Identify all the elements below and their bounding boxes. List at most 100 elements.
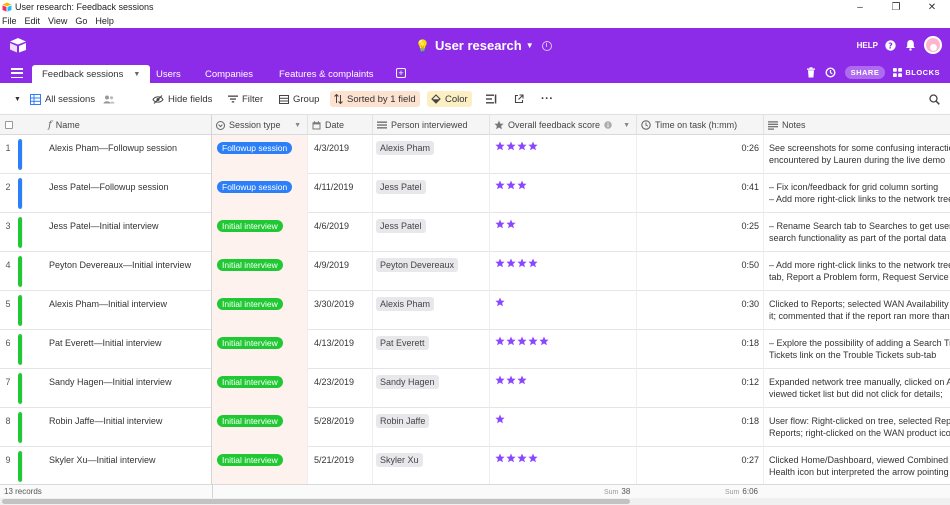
linked-record-chip[interactable]: Jess Patel xyxy=(376,219,426,233)
select-all-checkbox[interactable] xyxy=(0,115,26,135)
filter-button[interactable]: Filter xyxy=(224,91,267,107)
minimize-button[interactable]: – xyxy=(842,0,878,14)
rating-star-icon[interactable] xyxy=(495,453,505,463)
person-cell[interactable]: Jess Patel xyxy=(373,174,490,213)
name-cell[interactable]: Robin Jaffe—Initial interview xyxy=(26,408,212,447)
chevron-down-icon[interactable]: ▼ xyxy=(133,71,140,78)
session-type-cell[interactable]: Initial interview xyxy=(212,369,308,408)
column-header-date[interactable]: Date xyxy=(308,115,373,135)
time-cell[interactable]: 0:18 xyxy=(637,330,764,369)
tab-users[interactable]: Users xyxy=(146,65,191,83)
rating-star-icon[interactable] xyxy=(495,141,505,151)
menu-edit[interactable]: Edit xyxy=(25,16,41,26)
column-header-score[interactable]: Overall feedback score ▼ xyxy=(490,115,637,135)
rating-star-icon[interactable] xyxy=(517,336,527,346)
rating-star-icon[interactable] xyxy=(495,219,505,229)
score-cell[interactable] xyxy=(490,291,637,330)
date-cell[interactable]: 4/9/2019 xyxy=(308,252,373,291)
notes-cell[interactable]: Expanded network tree manually, clicked … xyxy=(764,369,950,408)
trash-icon[interactable] xyxy=(805,67,817,79)
menu-go[interactable]: Go xyxy=(75,16,87,26)
linked-record-chip[interactable]: Pat Everett xyxy=(376,336,429,350)
user-avatar[interactable] xyxy=(924,36,942,54)
score-cell[interactable] xyxy=(490,252,637,291)
linked-record-chip[interactable]: Sandy Hagen xyxy=(376,375,439,389)
maximize-button[interactable]: ❐ xyxy=(878,0,914,14)
score-cell[interactable] xyxy=(490,369,637,408)
tab-companies[interactable]: Companies xyxy=(195,65,263,83)
name-cell[interactable]: Pat Everett—Initial interview xyxy=(26,330,212,369)
menu-view[interactable]: View xyxy=(48,16,67,26)
rating-star-icon[interactable] xyxy=(495,180,505,190)
table-row[interactable]: 7 Sandy Hagen—Initial interview Initial in… xyxy=(0,369,950,408)
name-cell[interactable]: Peyton Devereaux—Initial interview xyxy=(26,252,212,291)
name-cell[interactable]: Alexis Pham—Initial interview xyxy=(26,291,212,330)
rating-star-icon[interactable] xyxy=(495,258,505,268)
notes-cell[interactable]: – Explore the possibility of adding a Se… xyxy=(764,330,950,369)
tab-features-complaints[interactable]: Features & complaints xyxy=(269,65,384,83)
time-cell[interactable]: 0:27 xyxy=(637,447,764,484)
close-button[interactable]: ✕ xyxy=(914,0,950,14)
home-logo-icon[interactable] xyxy=(9,37,27,53)
date-cell[interactable]: 4/13/2019 xyxy=(308,330,373,369)
name-cell[interactable]: Skyler Xu—Initial interview xyxy=(26,447,212,484)
history-icon[interactable] xyxy=(825,67,837,79)
rating-star-icon[interactable] xyxy=(495,336,505,346)
time-sum[interactable]: Sum 6:06 xyxy=(725,487,758,496)
session-type-cell[interactable]: Initial interview xyxy=(212,213,308,252)
rating-star-icon[interactable] xyxy=(506,258,516,268)
chevron-down-icon[interactable]: ▼ xyxy=(623,122,630,129)
menu-file[interactable]: File xyxy=(2,16,17,26)
session-type-cell[interactable]: Followup session xyxy=(212,174,308,213)
linked-record-chip[interactable]: Peyton Devereaux xyxy=(376,258,459,272)
rating-star-icon[interactable] xyxy=(506,219,516,229)
table-row[interactable]: 9 Skyler Xu—Initial interview Initial inte… xyxy=(0,447,950,484)
menu-help[interactable]: Help xyxy=(95,16,114,26)
rating-star-icon[interactable] xyxy=(506,336,516,346)
share-button[interactable]: SHARE xyxy=(844,66,886,79)
date-cell[interactable]: 4/11/2019 xyxy=(308,174,373,213)
session-type-cell[interactable]: Initial interview xyxy=(212,408,308,447)
rating-star-icon[interactable] xyxy=(528,336,538,346)
hide-fields-button[interactable]: Hide fields xyxy=(148,91,216,107)
person-cell[interactable]: Robin Jaffe xyxy=(373,408,490,447)
person-cell[interactable]: Alexis Pham xyxy=(373,135,490,174)
time-cell[interactable]: 0:25 xyxy=(637,213,764,252)
person-cell[interactable]: Sandy Hagen xyxy=(373,369,490,408)
notes-cell[interactable]: Clicked Home/Dashboard, viewed Combined H… xyxy=(764,447,950,484)
name-cell[interactable]: Sandy Hagen—Initial interview xyxy=(26,369,212,408)
rating-star-icon[interactable] xyxy=(495,414,505,424)
column-header-name[interactable]: 𝑓 Name xyxy=(26,115,212,135)
help-icon[interactable]: ? xyxy=(884,39,896,51)
rating-star-icon[interactable] xyxy=(495,297,505,307)
name-cell[interactable]: Jess Patel—Initial interview xyxy=(26,213,212,252)
time-cell[interactable]: 0:50 xyxy=(637,252,764,291)
date-cell[interactable]: 4/6/2019 xyxy=(308,213,373,252)
table-row[interactable]: 5 Alexis Pham—Initial interview Initial in… xyxy=(0,291,950,330)
rating-star-icon[interactable] xyxy=(517,375,527,385)
time-cell[interactable]: 0:12 xyxy=(637,369,764,408)
person-cell[interactable]: Jess Patel xyxy=(373,213,490,252)
info-icon[interactable] xyxy=(604,121,612,129)
column-header-person[interactable]: Person interviewed xyxy=(373,115,490,135)
session-type-cell[interactable]: Initial interview xyxy=(212,330,308,369)
table-row[interactable]: 8 Robin Jaffe—Initial interview Initial in… xyxy=(0,408,950,447)
view-switcher[interactable]: ▼ All sessions xyxy=(10,91,123,107)
color-button[interactable]: Color xyxy=(427,91,472,107)
chevron-down-icon[interactable]: ▼ xyxy=(294,122,301,129)
rating-star-icon[interactable] xyxy=(517,180,527,190)
linked-record-chip[interactable]: Alexis Pham xyxy=(376,141,435,155)
column-header-notes[interactable]: Notes xyxy=(764,115,950,135)
name-cell[interactable]: Jess Patel—Followup session xyxy=(26,174,212,213)
linked-record-chip[interactable]: Robin Jaffe xyxy=(376,414,430,428)
notes-cell[interactable]: – Fix icon/feedback for grid column sort… xyxy=(764,174,950,213)
date-cell[interactable]: 5/21/2019 xyxy=(308,447,373,484)
person-cell[interactable]: Pat Everett xyxy=(373,330,490,369)
date-cell[interactable]: 4/23/2019 xyxy=(308,369,373,408)
row-height-button[interactable] xyxy=(482,91,505,107)
person-cell[interactable]: Alexis Pham xyxy=(373,291,490,330)
session-type-cell[interactable]: Followup session xyxy=(212,135,308,174)
bell-icon[interactable] xyxy=(904,39,916,51)
notes-cell[interactable]: – Rename Search tab to Searches to get u… xyxy=(764,213,950,252)
linked-record-chip[interactable]: Skyler Xu xyxy=(376,453,423,467)
